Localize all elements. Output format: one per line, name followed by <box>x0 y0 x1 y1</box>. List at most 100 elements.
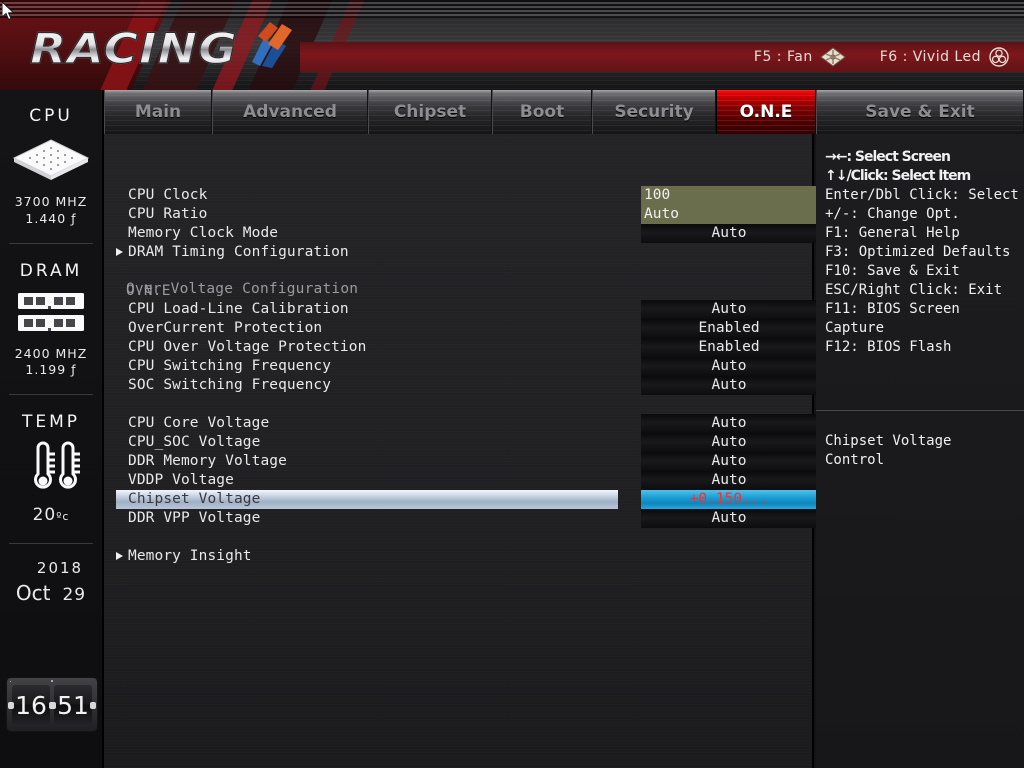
fan-icon <box>819 47 846 67</box>
setting-label: CPU_SOC Voltage <box>128 434 261 450</box>
tab-chipset[interactable]: Chipset <box>368 90 492 134</box>
tab-label: Chipset <box>393 102 467 122</box>
hotkey-f5-fan[interactable]: F5 : Fan <box>754 47 846 67</box>
help-key-line: ↑↓/Click: Select Item <box>825 167 1021 186</box>
help-key-text: →←: Select Screen <box>825 149 951 165</box>
help-key-text: ↑↓/Click: Select Item <box>825 168 971 184</box>
setting-row-ddr-vpp-voltage[interactable]: DDR VPP Voltage <box>128 509 534 528</box>
setting-value-text: Auto <box>711 453 747 469</box>
setting-value-text: Auto <box>711 510 747 526</box>
setting-row-vddp-voltage[interactable]: VDDP Voltage <box>128 471 534 490</box>
setting-row-memory-clock-mode[interactable]: Memory Clock Mode <box>128 224 534 243</box>
help-key-line: ESC/Right Click: Exit <box>825 281 1021 300</box>
banner-gloss <box>0 0 1024 18</box>
setting-label: OverCurrent Protection <box>128 320 323 336</box>
setting-value-cpu-load-line-calibration[interactable]: Auto <box>641 300 817 319</box>
tab-advanced[interactable]: Advanced <box>212 90 368 134</box>
help-description: Chipset Voltage Control <box>825 432 1021 470</box>
setting-row-ddr-memory-voltage[interactable]: DDR Memory Voltage <box>128 452 534 471</box>
help-key-text: Capture <box>825 320 885 336</box>
setting-label: SOC Switching Frequency <box>128 377 332 393</box>
help-key-text: F12: BIOS Flash <box>825 339 952 355</box>
hotkey-list: F5 : Fan F6 : Vivid Led <box>754 45 1010 69</box>
help-key-line: F10: Save & Exit <box>825 262 1021 281</box>
help-key-legend: →←: Select Screen ↑↓/Click: Select Item En… <box>825 148 1021 357</box>
setting-label: VDDP Voltage <box>128 472 234 488</box>
tab-label: Security <box>614 102 694 122</box>
tab-label: Main <box>134 102 182 122</box>
help-key-text: F11: BIOS Screen <box>825 301 960 317</box>
setting-row-cpu-core-voltage[interactable]: CPU Core Voltage <box>128 414 534 433</box>
flip-clock-icon: 16 51 <box>6 677 98 732</box>
tab-security[interactable]: Security <box>592 90 716 134</box>
hotkey-f6-vivid-led[interactable]: F6 : Vivid Led <box>880 47 1010 67</box>
setting-row-memory-insight[interactable]: Memory Insight <box>116 547 534 566</box>
sidebar-temp-value: 20 <box>32 505 57 525</box>
setting-row-cpu-clock[interactable]: CPU Clock <box>128 186 534 205</box>
setting-value-memory-clock-mode[interactable]: Auto <box>641 224 817 243</box>
sidebar: CPU 3700 MHZ 1.440 ƒ DRAM 2400 MHZ 1.199… <box>0 90 104 768</box>
tab-boot[interactable]: Boot <box>492 90 592 134</box>
setting-value-cpu-core-voltage[interactable]: Auto <box>641 414 817 433</box>
setting-value-soc-switching-frequency[interactable]: Auto <box>641 376 817 395</box>
settings-panel: O.N.E Over Voltage Configuration CPU Clo… <box>104 134 817 768</box>
setting-value-text: Enabled <box>698 320 760 336</box>
flip-clock-hours: 16 <box>12 685 50 725</box>
setting-label: CPU Ratio <box>128 206 208 222</box>
setting-value-cpu-ratio[interactable]: Auto <box>641 205 817 224</box>
setting-row-overcurrent-protection[interactable]: OverCurrent Protection <box>128 319 534 338</box>
setting-row-cpu-load-line-calibration[interactable]: CPU Load-Line Calibration <box>128 300 534 319</box>
setting-row-cpu-ratio[interactable]: CPU Ratio <box>128 205 534 224</box>
help-key-text: ESC/Right Click: Exit <box>825 282 1003 298</box>
help-key-text: F10: Save & Exit <box>825 263 960 279</box>
sidebar-section-temp: TEMP 20ºᴄ <box>0 395 102 527</box>
sidebar-dram-voltage: 1.199 ƒ <box>25 362 77 378</box>
tab-o-n-e[interactable]: O.N.E <box>716 90 816 134</box>
bios-screen: RACING F5 : Fan F6 : Vivid Led CPU 3700 … <box>0 0 1024 768</box>
setting-label: CPU Core Voltage <box>128 415 270 431</box>
setting-row-cpu-soc-voltage[interactable]: CPU_SOC Voltage <box>128 433 534 452</box>
group-title-over-voltage: Over Voltage Configuration <box>126 281 359 297</box>
setting-row-cpu-switching-frequency[interactable]: CPU Switching Frequency <box>128 357 534 376</box>
setting-value-chipset-voltage[interactable]: +0.150... <box>641 490 817 509</box>
setting-label: CPU Load-Line Calibration <box>128 301 349 317</box>
flip-clock-minutes: 51 <box>54 685 92 725</box>
sidebar-section-dram: DRAM 2400 MHZ 1.199 ƒ <box>0 244 102 380</box>
sidebar-cpu-title: CPU <box>29 106 73 126</box>
setting-row-soc-switching-frequency[interactable]: SOC Switching Frequency <box>128 376 534 395</box>
help-description-line: Chipset Voltage <box>825 433 952 449</box>
help-key-line: F12: BIOS Flash <box>825 338 1021 357</box>
setting-value-cpu-switching-frequency[interactable]: Auto <box>641 357 817 376</box>
led-icon <box>989 47 1009 67</box>
tab-save-exit[interactable]: Save & Exit <box>816 90 1024 134</box>
setting-row-chipset-voltage[interactable]: Chipset Voltage <box>116 490 618 509</box>
sidebar-date-year: 2018 <box>36 558 84 577</box>
setting-label: CPU Clock <box>128 187 208 203</box>
setting-value-cpu-soc-voltage[interactable]: Auto <box>641 433 817 452</box>
submenu-arrow-icon <box>116 248 123 256</box>
setting-value-cpu-over-voltage-protection[interactable]: Enabled <box>641 338 817 357</box>
submenu-arrow-icon <box>116 552 123 560</box>
setting-value-ddr-memory-voltage[interactable]: Auto <box>641 452 817 471</box>
hotkey-f5-label: F5 : Fan <box>753 49 813 65</box>
setting-value-text: Auto <box>711 377 747 393</box>
help-panel: →←: Select Screen ↑↓/Click: Select Item En… <box>816 134 1024 768</box>
help-divider <box>816 410 1024 411</box>
setting-value-text: 100 <box>644 187 671 203</box>
setting-value-overcurrent-protection[interactable]: Enabled <box>641 319 817 338</box>
tab-bar: Main Advanced Chipset Boot Security O.N.E Save… <box>104 90 1024 134</box>
setting-label: CPU Over Voltage Protection <box>128 339 367 355</box>
setting-value-vddp-voltage[interactable]: Auto <box>641 471 817 490</box>
setting-value-text: +0.150... <box>689 491 769 507</box>
tab-label: Save & Exit <box>865 102 975 122</box>
setting-value-text: Auto <box>711 472 747 488</box>
setting-value-ddr-vpp-voltage[interactable]: Auto <box>641 509 817 528</box>
help-key-line: Enter/Dbl Click: Select <box>825 186 1021 205</box>
setting-value-text: Auto <box>644 206 679 222</box>
setting-row-cpu-over-voltage-protection[interactable]: CPU Over Voltage Protection <box>128 338 534 357</box>
setting-value-text: Auto <box>711 415 747 431</box>
setting-value-text: Auto <box>711 358 747 374</box>
setting-value-cpu-clock[interactable]: 100 <box>641 186 817 205</box>
tab-main[interactable]: Main <box>104 90 212 134</box>
setting-row-dram-timing-configuration[interactable]: DRAM Timing Configuration <box>116 243 534 262</box>
